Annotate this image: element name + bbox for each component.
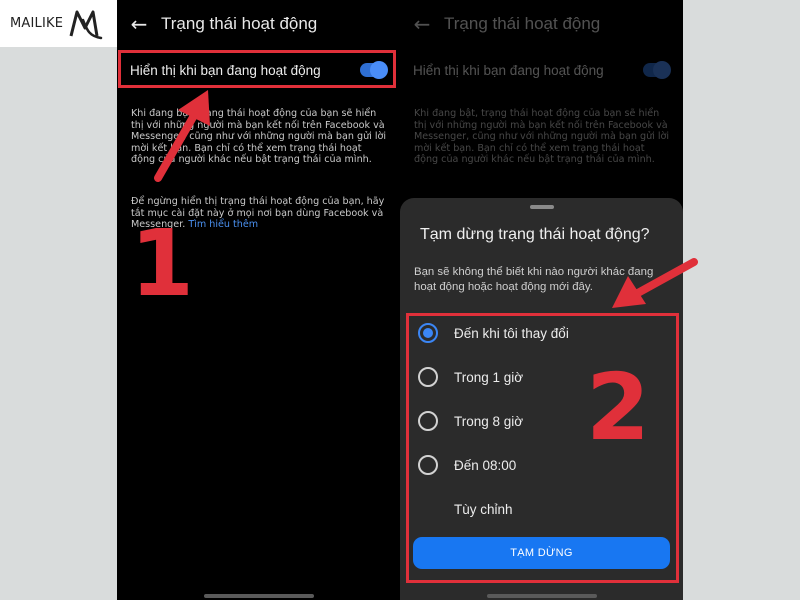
page-title: Trạng thái hoạt động: [444, 14, 601, 33]
step-number-1: 1: [130, 210, 195, 317]
highlight-box-step-1: [118, 50, 396, 88]
top-app-bar: ← Trạng thái hoạt động: [400, 0, 683, 48]
step-number-2: 2: [586, 354, 651, 461]
home-indicator: [486, 594, 597, 598]
active-status-switch[interactable]: [643, 61, 671, 79]
page-title: Trạng thái hoạt động: [161, 14, 318, 33]
mailike-logo: MAILIKE: [0, 0, 117, 47]
switch-knob: [653, 61, 671, 79]
back-arrow-icon[interactable]: ←: [400, 12, 444, 36]
toggle-label: Hiển thị khi bạn đang hoạt động: [413, 62, 604, 78]
learn-more-link[interactable]: Tìm hiểu thêm: [188, 219, 258, 230]
active-status-toggle-row[interactable]: Hiển thị khi bạn đang hoạt động: [400, 52, 683, 88]
home-indicator: [203, 594, 314, 598]
top-app-bar: ← Trạng thái hoạt động: [117, 0, 400, 48]
back-arrow-icon[interactable]: ←: [117, 12, 161, 36]
description-paragraph: Khi đang bật, trạng thái hoạt động của b…: [414, 108, 670, 166]
annotation-arrow-2-icon: [612, 258, 698, 308]
annotation-arrow-1-icon: [154, 90, 210, 182]
logo-text: MAILIKE: [10, 16, 64, 31]
ml-logo-icon: [69, 10, 103, 39]
sheet-title: Tạm dừng trạng thái hoạt động?: [420, 226, 650, 243]
sheet-drag-handle[interactable]: [529, 205, 554, 209]
